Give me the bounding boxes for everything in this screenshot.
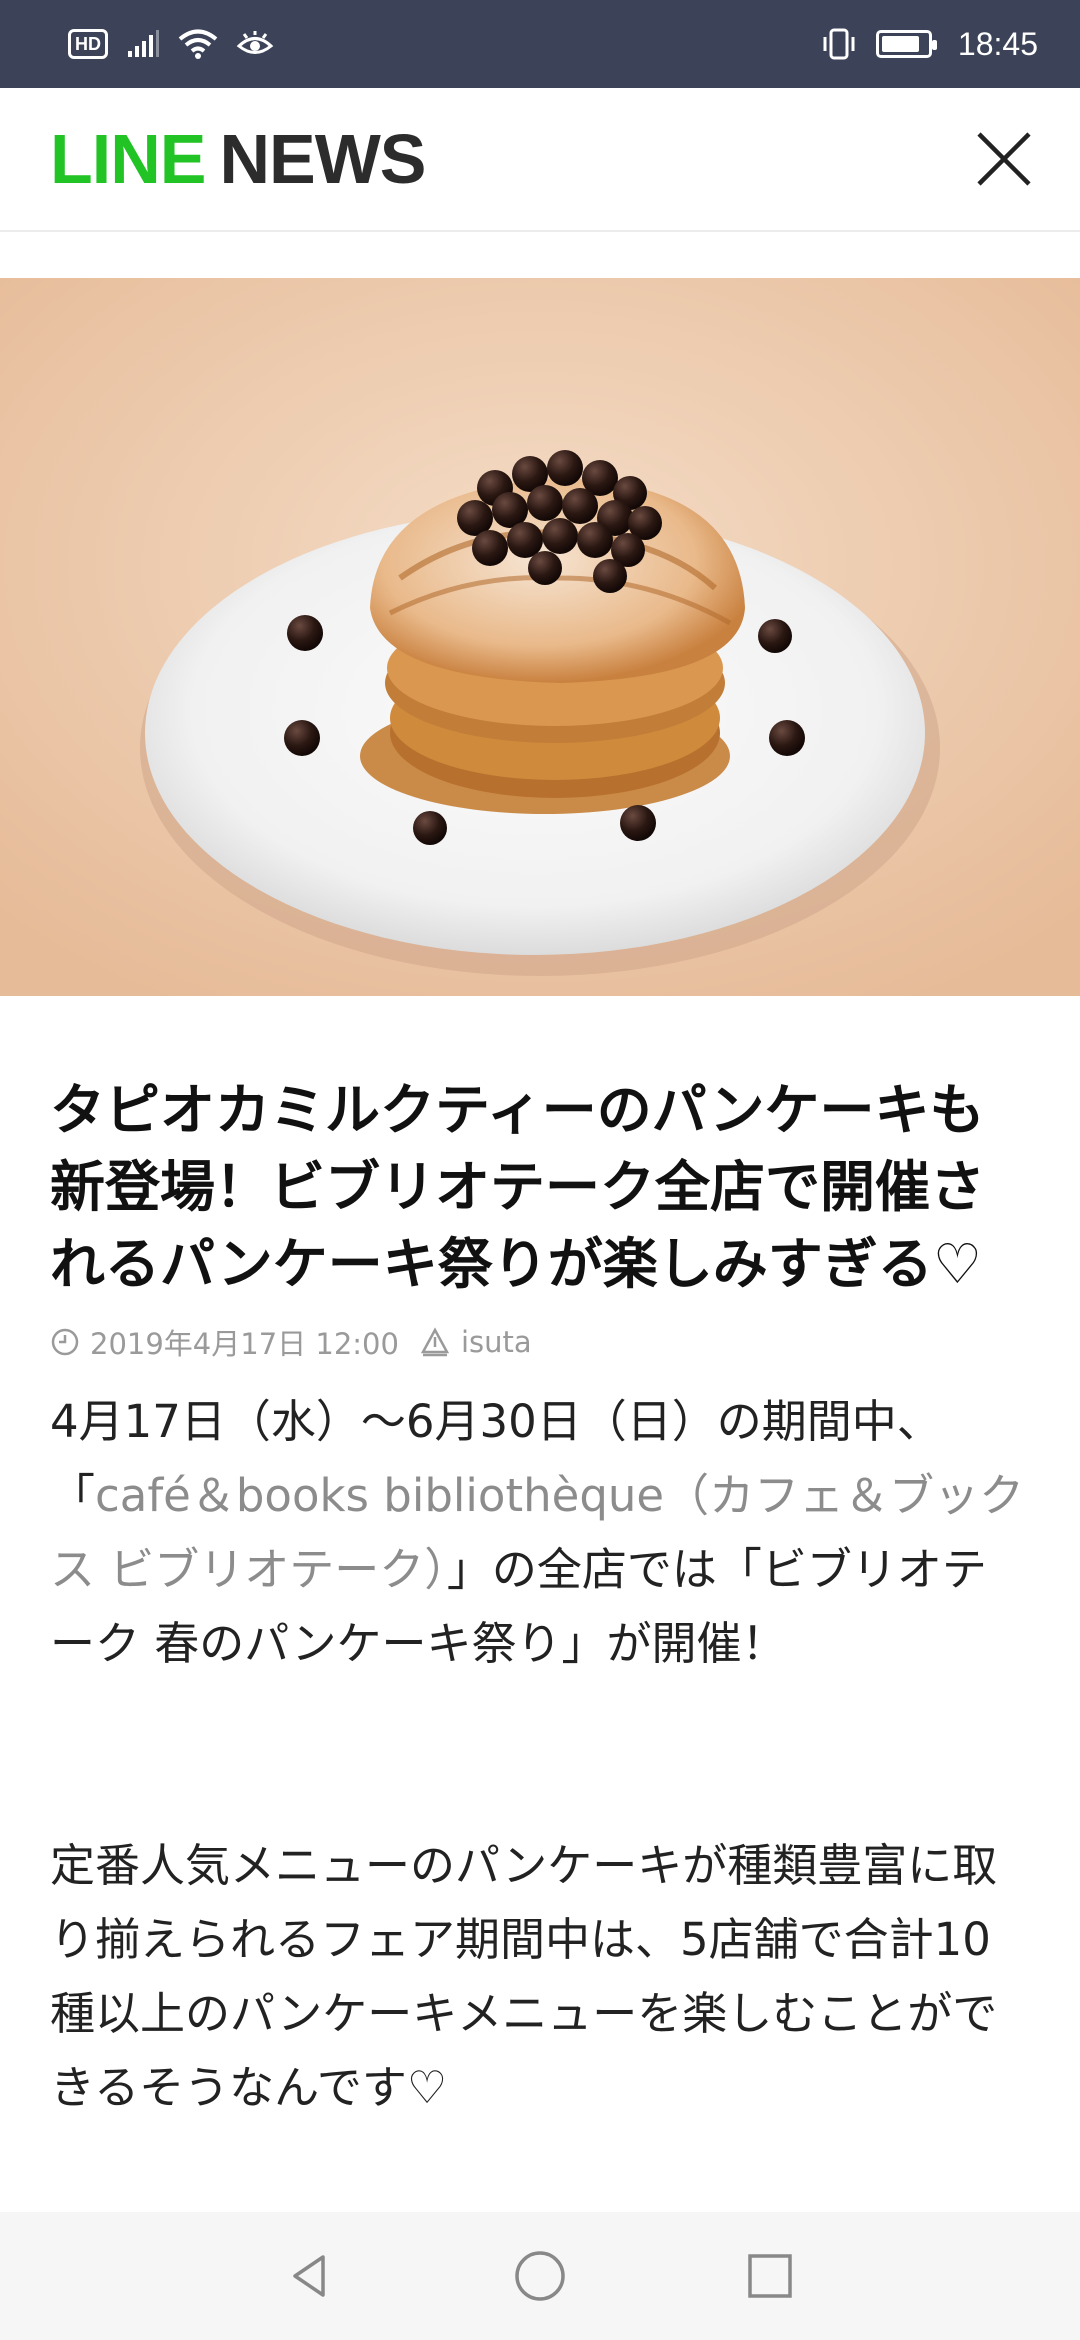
home-button[interactable] [500,2236,580,2316]
article-source-text: isuta [460,1325,532,1359]
article-paragraph-2: 定番人気メニューのパンケーキが種類豊富に取り揃えられるフェア期間中は、5店舗で合… [50,1839,998,2114]
status-bar-left: HD [68,28,274,60]
status-bar-right: 18:45 [820,26,1038,63]
hd-icon: HD [68,29,108,59]
eye-icon [236,31,274,54]
signal-icon [128,30,159,57]
recents-icon [748,2254,792,2298]
home-icon [515,2251,565,2301]
recents-button[interactable] [730,2236,810,2316]
battery-fill [881,36,920,52]
status-bar: HD 18:45 [0,0,1080,88]
battery-icon [875,30,937,58]
clock-icon [51,1328,79,1356]
article-paragraph-1: 4月17日（水）〜6月30日（日）の期間中、「café＆books biblio… [50,1385,1030,1681]
pancake-photo [0,278,1080,996]
wifi-icon [178,29,218,59]
article: タピオカミルクティーのパンケーキも新登場！ビブリオテーク全店で開催されるパンケー… [50,1072,1030,2125]
line-news-logo: LINE NEWS [50,119,426,199]
publisher-icon [420,1327,450,1357]
back-button[interactable] [270,2236,350,2316]
article-date: 2019年4月17日 12:00 [50,1321,399,1363]
app-header: LINE NEWS [0,88,1080,232]
logo-line: LINE [50,120,206,198]
close-button[interactable] [968,123,1040,195]
close-icon [977,132,1031,186]
back-icon [293,2255,325,2297]
article-date-text: 2019年4月17日 12:00 [90,1327,399,1361]
logo-news: NEWS [219,120,426,198]
article-title: タピオカミルクティーのパンケーキも新登場！ビブリオテーク全店で開催されるパンケー… [50,1078,986,1296]
article-source[interactable]: isuta [419,1325,532,1359]
clock: 18:45 [957,25,1038,62]
system-nav-bar [0,2212,1080,2340]
vibrate-icon [823,28,855,60]
hero-image [0,278,1080,996]
article-meta: 2019年4月17日 12:00 isuta [50,1321,1030,1363]
